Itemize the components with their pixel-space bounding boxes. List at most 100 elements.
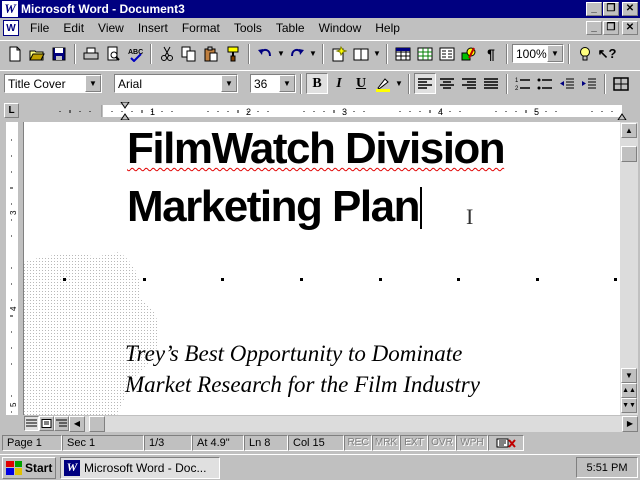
highlight-icon[interactable]	[372, 73, 394, 94]
outline-view-button[interactable]	[54, 416, 69, 431]
status-bar[interactable]: Page 1 Sec 1 1/3 At 4.9" Ln 8 Col 15 REC…	[0, 433, 640, 452]
menu-window[interactable]: Window	[312, 21, 369, 35]
status-rec[interactable]: REC	[344, 434, 372, 451]
style-dropdown-arrow[interactable]: ▼	[85, 75, 101, 92]
status-ext[interactable]: EXT	[400, 434, 428, 451]
close-button[interactable]: ✕	[622, 2, 638, 16]
increase-indent-icon[interactable]	[578, 73, 600, 94]
horizontal-ruler[interactable]: L 1 2 3 4 5	[0, 100, 640, 122]
insert-address-icon[interactable]	[350, 43, 372, 64]
menu-bar: W File Edit View Insert Format Tools Tab…	[0, 18, 640, 38]
taskbar: Start W Microsoft Word - Doc... 5:51 PM	[0, 454, 640, 480]
scroll-down-button[interactable]: ▼	[621, 368, 637, 383]
show-paragraph-icon[interactable]: ¶	[480, 43, 502, 64]
doc-close-button[interactable]: ✕	[622, 21, 638, 35]
borders-icon[interactable]	[610, 73, 632, 94]
scroll-left-button[interactable]: ◀	[69, 415, 85, 432]
redo-dropdown-arrow[interactable]: ▼	[308, 43, 318, 64]
tip-wizard-icon[interactable]	[574, 43, 596, 64]
status-wph[interactable]: WPH	[456, 434, 488, 451]
start-button[interactable]: Start	[2, 456, 56, 479]
autoformat-icon[interactable]	[328, 43, 350, 64]
document-icon[interactable]: W	[3, 20, 19, 36]
insert-excel-icon[interactable]	[414, 43, 436, 64]
new-icon[interactable]	[4, 43, 26, 64]
status-mrk[interactable]: MRK	[372, 434, 400, 451]
doc-minimize-button[interactable]: _	[586, 21, 602, 35]
save-icon[interactable]	[48, 43, 70, 64]
font-size-combo[interactable]: 36 ▼	[250, 74, 296, 93]
ovr-label: OVR	[431, 437, 453, 448]
document-title-line2[interactable]: Marketing Plan	[127, 182, 422, 232]
word-app-icon[interactable]: W	[2, 1, 18, 17]
horizontal-scrollbar[interactable]: ◀ ▶	[69, 415, 638, 432]
title-bar[interactable]: W Microsoft Word - Document3 _ ❐ ✕	[0, 0, 640, 18]
next-page-button[interactable]: ▼▼	[621, 398, 637, 413]
menu-view[interactable]: View	[91, 21, 131, 35]
print-icon[interactable]	[80, 43, 102, 64]
italic-button[interactable]: I	[328, 73, 350, 94]
cut-icon[interactable]	[156, 43, 178, 64]
numbering-icon[interactable]: 12	[512, 73, 534, 94]
document-page[interactable]: FilmWatch Division Marketing Plan I Trey…	[24, 122, 620, 415]
underline-button[interactable]: U	[350, 73, 372, 94]
menu-tools[interactable]: Tools	[227, 21, 269, 35]
vertical-scrollbar[interactable]: ▲ ▼ ▲▲ ▼▼	[620, 122, 638, 415]
undo-dropdown-arrow[interactable]: ▼	[276, 43, 286, 64]
redo-icon[interactable]	[286, 43, 308, 64]
spelling-icon[interactable]: ABC	[124, 43, 146, 64]
bullets-icon[interactable]	[534, 73, 556, 94]
columns-icon[interactable]	[436, 43, 458, 64]
menu-table[interactable]: Table	[269, 21, 312, 35]
taskbar-word-button[interactable]: W Microsoft Word - Doc...	[60, 456, 220, 479]
highlight-dropdown-arrow[interactable]: ▼	[394, 73, 404, 94]
address-dropdown-arrow[interactable]: ▼	[372, 43, 382, 64]
style-value: Title Cover	[8, 76, 66, 91]
menu-help[interactable]: Help	[368, 21, 407, 35]
menu-format[interactable]: Format	[175, 21, 227, 35]
status-ovr[interactable]: OVR	[428, 434, 456, 451]
document-subtitle-line1[interactable]: Trey’s Best Opportunity to Dominate	[125, 341, 462, 367]
bold-button[interactable]: B	[306, 73, 328, 94]
print-preview-icon[interactable]	[102, 43, 124, 64]
doc-restore-button[interactable]: ❐	[603, 21, 619, 35]
font-dropdown-arrow[interactable]: ▼	[221, 75, 237, 92]
decrease-indent-icon[interactable]	[556, 73, 578, 94]
previous-page-button[interactable]: ▲▲	[621, 383, 637, 398]
document-title-line1[interactable]: FilmWatch Division	[127, 124, 506, 174]
vertical-ruler[interactable]: 3 4 5	[0, 122, 24, 415]
style-combo[interactable]: Title Cover ▼	[4, 74, 102, 93]
minimize-button[interactable]: _	[586, 2, 602, 16]
spelling-status-icon[interactable]	[488, 434, 524, 451]
tab-selector[interactable]: L	[4, 103, 19, 118]
justify-icon[interactable]	[480, 73, 502, 94]
center-icon[interactable]	[436, 73, 458, 94]
format-painter-icon[interactable]	[222, 43, 244, 64]
normal-view-button[interactable]	[24, 416, 39, 431]
paste-icon[interactable]	[200, 43, 222, 64]
font-size-dropdown-arrow[interactable]: ▼	[279, 75, 295, 92]
horizontal-scroll-thumb[interactable]	[89, 415, 105, 432]
menu-edit[interactable]: Edit	[56, 21, 91, 35]
scroll-up-button[interactable]: ▲	[621, 123, 637, 138]
page-layout-view-button[interactable]	[39, 416, 54, 431]
menu-file[interactable]: File	[23, 21, 56, 35]
font-combo[interactable]: Arial ▼	[114, 74, 238, 93]
clock[interactable]: 5:51 PM	[587, 462, 628, 474]
restore-button[interactable]: ❐	[603, 2, 619, 16]
align-right-icon[interactable]	[458, 73, 480, 94]
open-icon[interactable]	[26, 43, 48, 64]
menu-insert[interactable]: Insert	[131, 21, 175, 35]
copy-icon[interactable]	[178, 43, 200, 64]
zoom-combo[interactable]: 100% ▼	[512, 44, 564, 63]
drawing-icon[interactable]	[458, 43, 480, 64]
undo-icon[interactable]	[254, 43, 276, 64]
help-icon[interactable]: ↖?	[596, 43, 618, 64]
vertical-scroll-thumb[interactable]	[621, 146, 637, 162]
title-text-line1: FilmWatch Division	[127, 124, 506, 173]
document-subtitle-line2[interactable]: Market Research for the Film Industry	[125, 372, 480, 398]
insert-table-icon[interactable]	[392, 43, 414, 64]
scroll-right-button[interactable]: ▶	[622, 415, 638, 432]
zoom-dropdown-arrow[interactable]: ▼	[547, 45, 563, 62]
align-left-icon[interactable]	[414, 73, 436, 94]
